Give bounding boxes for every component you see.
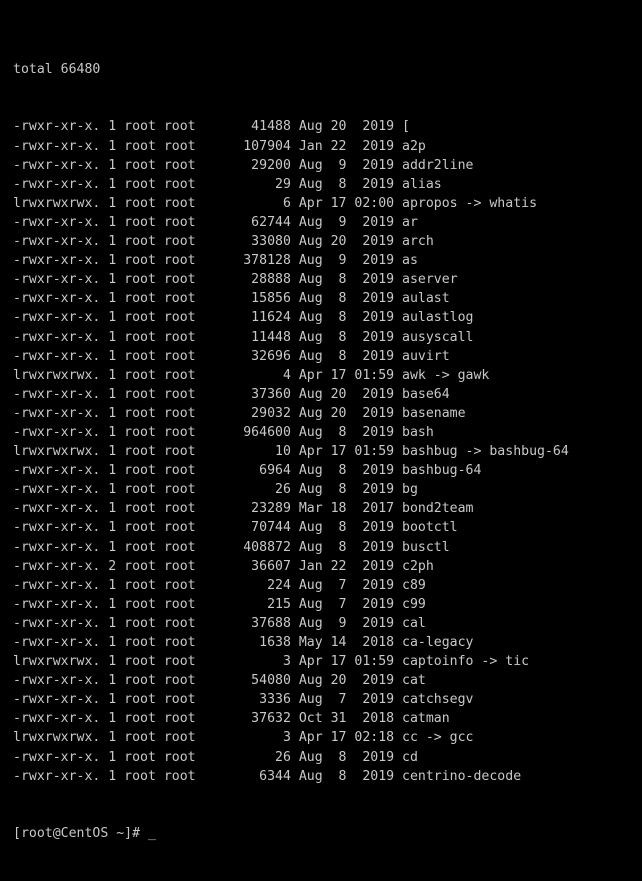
listing-row: -rwxr-xr-x. 1 root root 11448 Aug 8 2019… (13, 329, 474, 345)
listing-row: -rwxr-xr-x. 1 root root 224 Aug 7 2019 c… (13, 577, 426, 593)
listing-row: lrwxrwxrwx. 1 root root 3 Apr 17 01:59 c… (13, 654, 530, 670)
listing-row: -rwxr-xr-x. 1 root root 29 Aug 8 2019 al… (13, 176, 442, 192)
listing-row: -rwxr-xr-x. 1 root root 29032 Aug 20 201… (13, 405, 466, 421)
listing-row: -rwxr-xr-x. 1 root root 23289 Mar 18 201… (13, 501, 474, 517)
listing-row: -rwxr-xr-x. 1 root root 15856 Aug 8 2019… (13, 291, 450, 307)
listing-row: -rwxr-xr-x. 1 root root 26 Aug 8 2019 bg (13, 482, 418, 498)
listing-row: -rwxr-xr-x. 1 root root 33080 Aug 20 201… (13, 234, 434, 250)
listing-row: -rwxr-xr-x. 1 root root 107904 Jan 22 20… (13, 138, 426, 154)
listing-row: -rwxr-xr-x. 1 root root 70744 Aug 8 2019… (13, 520, 458, 536)
listing-row: -rwxr-xr-x. 1 root root 26 Aug 8 2019 cd (13, 749, 418, 765)
listing-row: -rwxr-xr-x. 1 root root 37632 Oct 31 201… (13, 711, 450, 727)
prompt-spacer (140, 826, 148, 841)
listing-row: -rwxr-xr-x. 1 root root 3336 Aug 7 2019 … (13, 692, 474, 708)
listing-row: lrwxrwxrwx. 1 root root 6 Apr 17 02:00 a… (13, 195, 538, 211)
listing-total-line: total 66480 (13, 62, 101, 78)
listing-row: -rwxr-xr-x. 1 root root 28888 Aug 8 2019… (13, 272, 458, 288)
listing-row: -rwxr-xr-x. 1 root root 54080 Aug 20 201… (13, 673, 426, 689)
listing-row: -rwxr-xr-x. 2 root root 36607 Jan 22 201… (13, 558, 434, 574)
terminal-screen: total 66480 -rwxr-xr-x. 1 root root 4148… (13, 22, 569, 881)
prompt-text: [root@CentOS ~]# (13, 825, 141, 841)
listing-row: -rwxr-xr-x. 1 root root 6344 Aug 8 2019 … (13, 768, 522, 784)
listing-row: lrwxrwxrwx. 1 root root 3 Apr 17 02:18 c… (13, 730, 474, 746)
listing-row: -rwxr-xr-x. 1 root root 1638 May 14 2018… (13, 635, 474, 650)
listing-row: -rwxr-xr-x. 1 root root 41488 Aug 20 201… (13, 119, 410, 135)
listing-row: -rwxr-xr-x. 1 root root 32696 Aug 8 2019… (13, 348, 450, 364)
listing-row: -rwxr-xr-x. 1 root root 215 Aug 7 2019 c… (13, 596, 426, 612)
listing-row: -rwxr-xr-x. 1 root root 964600 Aug 8 201… (13, 424, 434, 440)
listing-row: lrwxrwxrwx. 1 root root 4 Apr 17 01:59 a… (13, 367, 490, 383)
listing-row: -rwxr-xr-x. 1 root root 29200 Aug 9 2019… (13, 157, 474, 173)
listing-row: -rwxr-xr-x. 1 root root 378128 Aug 9 201… (13, 253, 418, 269)
text-cursor: _ (148, 825, 156, 841)
listing-row: lrwxrwxrwx. 1 root root 10 Apr 17 01:59 … (13, 444, 569, 460)
listing-row: -rwxr-xr-x. 1 root root 408872 Aug 8 201… (13, 539, 450, 555)
listing-row: -rwxr-xr-x. 1 root root 62744 Aug 9 2019… (13, 214, 418, 230)
listing-row: -rwxr-xr-x. 1 root root 37688 Aug 9 2019… (13, 615, 426, 631)
terminal-window[interactable]: total 66480 -rwxr-xr-x. 1 root root 4148… (0, 0, 642, 841)
listing-row: -rwxr-xr-x. 1 root root 11624 Aug 8 2019… (13, 310, 474, 326)
listing-row: -rwxr-xr-x. 1 root root 6964 Aug 8 2019 … (13, 463, 482, 479)
shell-prompt-line[interactable]: [root@CentOS ~]# _ (13, 824, 569, 843)
directory-listing: -rwxr-xr-x. 1 root root 41488 Aug 20 201… (13, 117, 569, 785)
listing-row: -rwxr-xr-x. 1 root root 37360 Aug 20 201… (13, 386, 450, 402)
